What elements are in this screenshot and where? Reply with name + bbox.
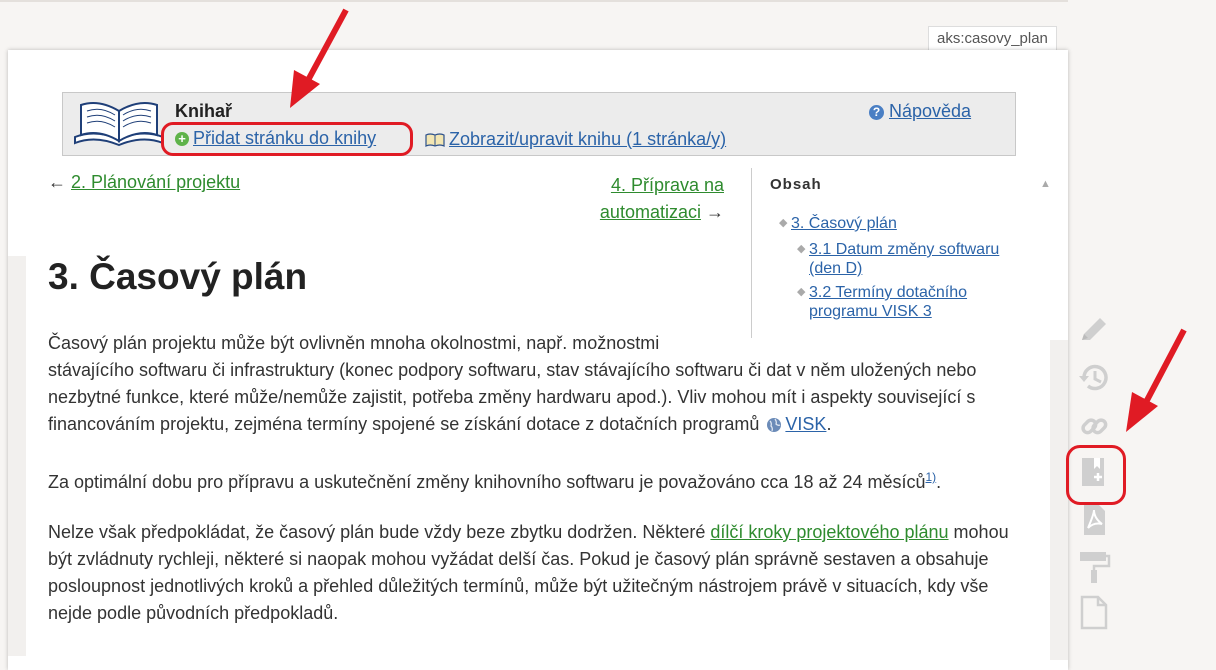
highlight-add-page bbox=[161, 122, 413, 156]
right-gutter bbox=[1050, 340, 1068, 660]
toc-heading: Obsah bbox=[770, 176, 822, 193]
prev-page-link[interactable]: 2. Plánování projektu bbox=[71, 172, 240, 192]
project-plan-steps-link[interactable]: dílčí kroky projektového plánu bbox=[710, 522, 948, 542]
top-border bbox=[0, 0, 1068, 2]
open-book-icon bbox=[74, 102, 164, 147]
left-arrow: ← bbox=[48, 172, 66, 192]
next-page-nav: 4. Příprava na automatizaci → bbox=[560, 172, 724, 226]
red-arrow-2 bbox=[1126, 328, 1187, 432]
help-icon: ? bbox=[869, 104, 884, 120]
bookcreator-title: Knihař bbox=[175, 101, 233, 121]
highlight-add-to-book-tool bbox=[1066, 445, 1126, 505]
view-book-link[interactable]: Zobrazit/upravit knihu (1 stránka/y) bbox=[425, 129, 726, 150]
next-page-link-line2[interactable]: automatizaci bbox=[600, 202, 701, 222]
pdf-icon[interactable] bbox=[1074, 500, 1114, 540]
new-page-icon[interactable] bbox=[1074, 592, 1114, 632]
page-id-tab: aks:casovy_plan bbox=[928, 26, 1057, 51]
toc-item[interactable]: ◆ 3.1 Datum změny softwaru (den D) bbox=[797, 240, 999, 278]
help-label: Nápověda bbox=[889, 101, 972, 121]
link-icon[interactable] bbox=[1074, 406, 1114, 446]
red-arrow-1 bbox=[290, 8, 349, 108]
right-arrow: → bbox=[706, 202, 724, 222]
table-of-contents: Obsah ▲ ◆ 3. Časový plán ◆ 3.1 Datum změ… bbox=[751, 168, 1051, 338]
globe-icon bbox=[767, 418, 782, 433]
help-link[interactable]: ? Nápověda bbox=[869, 101, 971, 122]
toc-link[interactable]: 3. Časový plán bbox=[791, 215, 897, 232]
toc-link[interactable]: 3.2 Termíny dotačního programu VISK 3 bbox=[809, 284, 967, 320]
paragraph-2: Za optimální dobu pro přípravu a uskuteč… bbox=[48, 470, 942, 492]
pencil-icon[interactable] bbox=[1074, 310, 1114, 350]
paragraph-1: Časový plán projektu může být ovlivněn m… bbox=[48, 333, 977, 434]
toc-item[interactable]: ◆ 3.2 Termíny dotačního programu VISK 3 bbox=[797, 283, 967, 321]
page-title: 3. Časový plán bbox=[48, 256, 308, 297]
history-icon[interactable] bbox=[1074, 358, 1114, 398]
toc-link[interactable]: 3.1 Datum změny softwaru (den D) bbox=[809, 241, 999, 277]
next-page-link-line1[interactable]: 4. Příprava na bbox=[611, 175, 724, 195]
paint-roller-icon[interactable] bbox=[1074, 546, 1114, 586]
book-icon bbox=[425, 133, 445, 148]
footnote-link[interactable]: 1) bbox=[926, 470, 937, 484]
paragraph-3: Nelze však předpokládat, že časový plán … bbox=[48, 522, 1009, 623]
view-book-label: Zobrazit/upravit knihu (1 stránka/y) bbox=[449, 129, 727, 149]
visk-link[interactable]: VISK bbox=[785, 414, 826, 434]
prev-page-nav: ← 2. Plánování projektu bbox=[48, 172, 240, 193]
toc-item[interactable]: ◆ 3. Časový plán bbox=[779, 214, 897, 233]
left-gutter bbox=[8, 256, 26, 656]
toc-toggle[interactable]: ▲ bbox=[1040, 178, 1051, 190]
